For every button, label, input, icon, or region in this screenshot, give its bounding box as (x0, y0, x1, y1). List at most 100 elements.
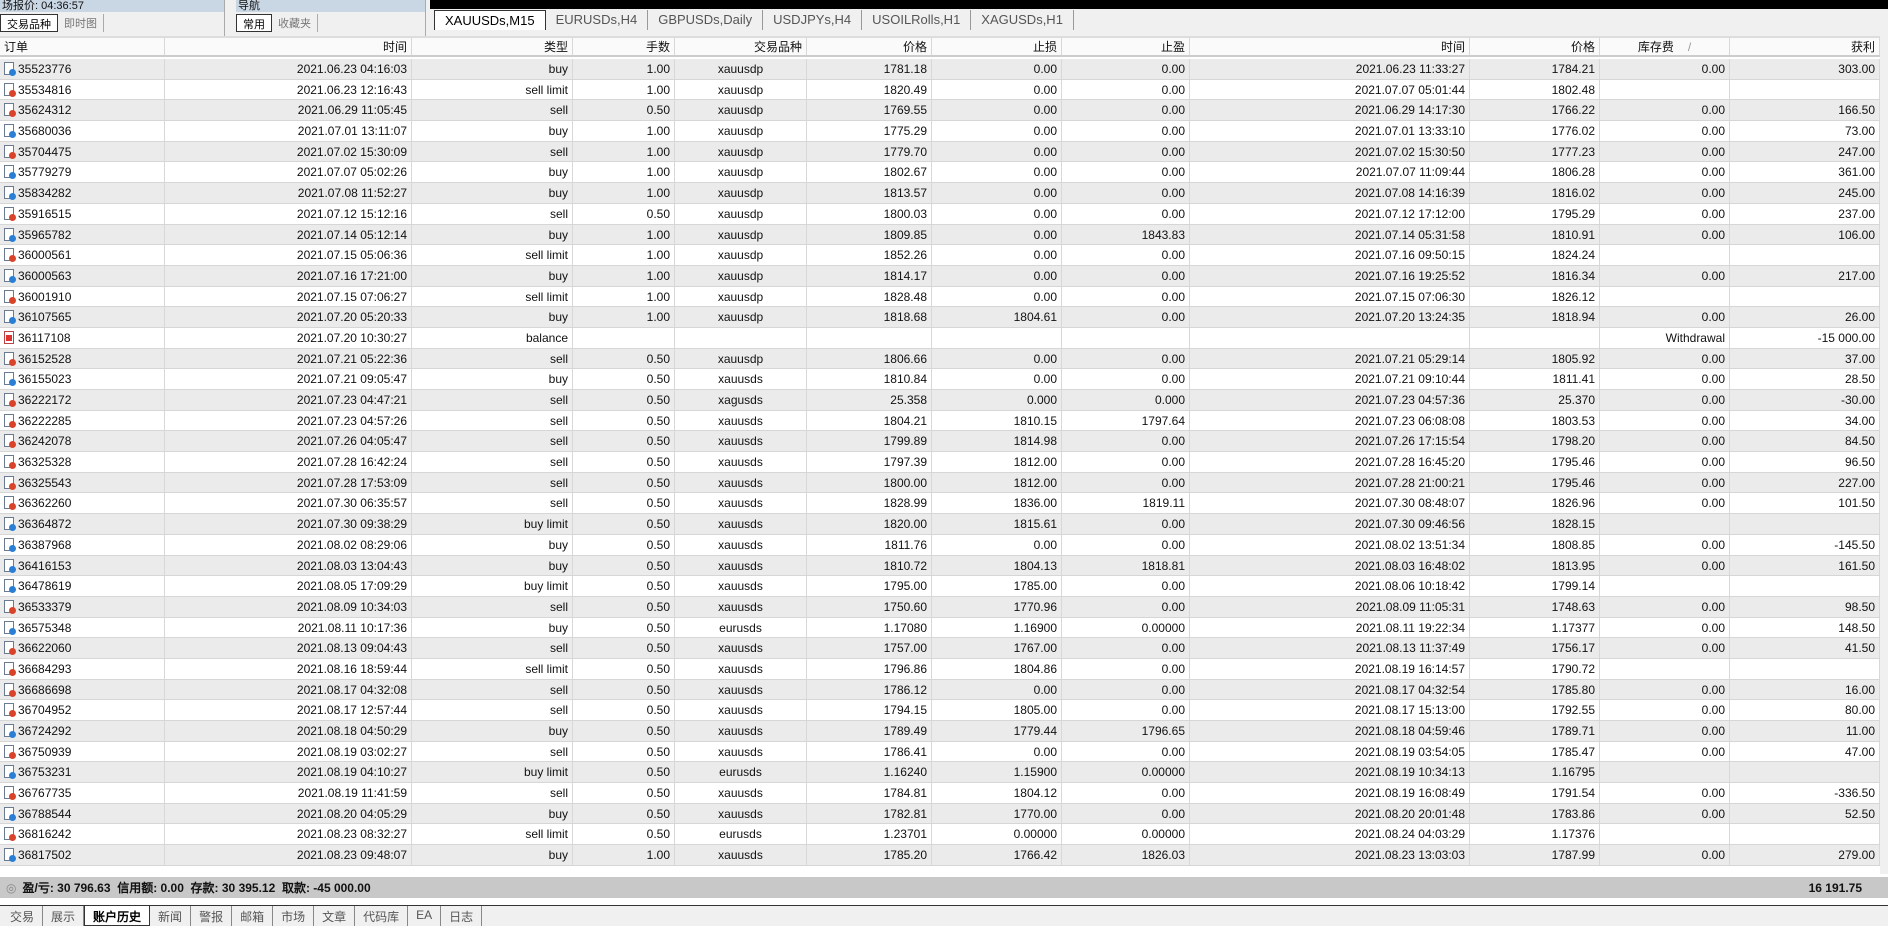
cell-swap: 0.00 (1600, 224, 1730, 245)
table-row[interactable]: 36117108 2021.07.20 10:30:27 balance Withdr… (0, 327, 1880, 349)
table-row[interactable]: 36242078 2021.07.26 04:05:47 sell 0.50 xauus… (0, 431, 1880, 453)
column-header-profit[interactable]: 获利 (1730, 38, 1880, 55)
tab-symbols[interactable]: 交易品种 (0, 14, 58, 32)
table-row[interactable]: 36000563 2021.07.16 17:21:00 buy 1.00 xauusd… (0, 265, 1880, 287)
table-row[interactable]: 36753231 2021.08.19 04:10:27 buy limit 0.50… (0, 762, 1880, 784)
terminal-tab[interactable]: 文章 (314, 906, 356, 926)
cell-symbol: eurusds (675, 617, 807, 638)
table-row[interactable]: 36001910 2021.07.15 07:06:27 sell limit 1.0… (0, 286, 1880, 308)
table-row[interactable]: 35704475 2021.07.02 15:30:09 sell 1.00 xauus… (0, 141, 1880, 163)
table-row[interactable]: 36817502 2021.08.23 09:48:07 buy 1.00 xauusd… (0, 845, 1880, 866)
table-row[interactable]: 35779279 2021.07.07 05:02:26 buy 1.00 xauusd… (0, 162, 1880, 184)
table-row[interactable]: 35965782 2021.07.14 05:12:14 buy 1.00 xauusd… (0, 224, 1880, 246)
table-row[interactable]: 35523776 2021.06.23 04:16:03 buy 1.00 xauusd… (0, 59, 1880, 80)
cell-open-price: 1811.76 (807, 534, 932, 555)
terminal-tab[interactable]: 警报 (191, 906, 233, 926)
table-row[interactable]: 36155023 2021.07.21 09:05:47 buy 0.50 xauusd… (0, 369, 1880, 390)
chart-tab[interactable]: XAGUSDs,H1 (971, 10, 1074, 30)
terminal-tab[interactable]: 账户历史 (84, 906, 151, 926)
cell-order: 36362260 (0, 493, 165, 514)
cell-take-profit: 0.00 (1062, 514, 1190, 534)
tab-common[interactable]: 常用 (236, 14, 272, 32)
column-header-close-price[interactable]: 价格 (1470, 38, 1600, 55)
cell-lots: 0.50 (573, 514, 675, 534)
table-row[interactable]: 36362260 2021.07.30 06:35:57 sell 0.50 xauus… (0, 493, 1880, 515)
terminal-tab[interactable]: 日志 (441, 906, 483, 926)
table-row[interactable]: 36724292 2021.08.18 04:50:29 buy 0.50 xauusd… (0, 721, 1880, 742)
table-row[interactable]: 36478619 2021.08.05 17:09:29 buy limit 0.50… (0, 576, 1880, 597)
terminal-tab[interactable]: 交易 (2, 906, 44, 926)
table-row[interactable]: 36416153 2021.08.03 13:04:43 buy 0.50 xauusd… (0, 555, 1880, 577)
table-row[interactable]: 35534816 2021.06.23 12:16:43 sell limit 1.0… (0, 79, 1880, 101)
chart-tab[interactable]: XAUUSDs,M15 (434, 10, 546, 30)
table-row[interactable]: 35916515 2021.07.12 15:12:16 sell 0.50 xauus… (0, 203, 1880, 225)
chart-tab[interactable]: EURUSDs,H4 (546, 10, 649, 30)
table-row[interactable]: 36575348 2021.08.11 10:17:36 buy 0.50 eurusd… (0, 617, 1880, 639)
column-header-close-time[interactable]: 时间 (1190, 38, 1470, 55)
table-row[interactable]: 35834282 2021.07.08 11:52:27 buy 1.00 xauusd… (0, 183, 1880, 204)
cell-order: 36325543 (0, 472, 165, 493)
table-row[interactable]: 36325328 2021.07.28 16:42:24 sell 0.50 xauus… (0, 452, 1880, 473)
vertical-scrollbar[interactable] (1880, 36, 1888, 874)
table-row[interactable]: 36000561 2021.07.15 05:06:36 sell limit 1.0… (0, 245, 1880, 266)
cell-type: sell (412, 348, 573, 369)
terminal-tab[interactable]: 邮箱 (232, 906, 274, 926)
cell-symbol: xauusds (675, 679, 807, 700)
cell-close-time: 2021.08.06 10:18:42 (1190, 576, 1470, 596)
column-header-take-profit[interactable]: 止盈 (1062, 38, 1190, 55)
cell-take-profit: 0.00 (1062, 121, 1190, 141)
table-row[interactable]: 36107565 2021.07.20 05:20:33 buy 1.00 xauusd… (0, 307, 1880, 328)
chart-tab[interactable]: USDJPYs,H4 (763, 10, 863, 30)
order-number: 36416153 (18, 558, 72, 573)
cell-stop-loss: 1785.00 (932, 576, 1062, 596)
cell-lots: 0.50 (573, 369, 675, 389)
table-row[interactable]: 36767735 2021.08.19 11:41:59 sell 0.50 xauus… (0, 783, 1880, 804)
table-row[interactable]: 36684293 2021.08.16 18:59:44 sell limit 0.5… (0, 658, 1880, 680)
cell-profit: 217.00 (1730, 265, 1880, 286)
table-row[interactable]: 36152528 2021.07.21 05:22:36 sell 0.50 xauus… (0, 348, 1880, 370)
column-header-swap[interactable]: 库存费 / (1600, 38, 1730, 55)
terminal-tab[interactable]: 新闻 (150, 906, 192, 926)
table-row[interactable]: 35680036 2021.07.01 13:11:07 buy 1.00 xauusd… (0, 121, 1880, 142)
terminal-tab[interactable]: 市场 (273, 906, 315, 926)
column-header-open-time[interactable]: 时间 (165, 38, 412, 55)
terminal-tab[interactable]: EA (408, 906, 442, 926)
column-header-lots[interactable]: 手数 (573, 38, 675, 55)
table-row[interactable]: 36686698 2021.08.17 04:32:08 sell 0.50 xauus… (0, 679, 1880, 701)
cell-profit: 227.00 (1730, 472, 1880, 493)
terminal-tab[interactable]: 代码库 (355, 906, 409, 926)
table-row[interactable]: 36788544 2021.08.20 04:05:29 buy 0.50 xauusd… (0, 803, 1880, 825)
column-header-order[interactable]: 订单 (0, 38, 165, 55)
table-row[interactable]: 36364872 2021.07.30 09:38:29 buy limit 0.50… (0, 514, 1880, 535)
table-row[interactable]: 36387968 2021.08.02 08:29:06 buy 0.50 xauusd… (0, 534, 1880, 556)
table-row[interactable]: 36622060 2021.08.13 09:04:43 sell 0.50 xauus… (0, 638, 1880, 659)
buy-order-icon (4, 579, 16, 594)
column-header-type[interactable]: 类型 (412, 38, 573, 55)
cell-profit: 73.00 (1730, 121, 1880, 141)
cell-close-price: 1791.54 (1470, 783, 1600, 803)
table-row[interactable]: 36750939 2021.08.19 03:02:27 sell 0.50 xauus… (0, 741, 1880, 763)
column-header-stop-loss[interactable]: 止损 (932, 38, 1062, 55)
cell-close-price: 1805.92 (1470, 348, 1600, 369)
table-row[interactable]: 36222285 2021.07.23 04:57:26 sell 0.50 xauus… (0, 410, 1880, 432)
table-row[interactable]: 36533379 2021.08.09 10:34:03 sell 0.50 xauus… (0, 596, 1880, 618)
column-header-symbol[interactable]: 交易品种 (675, 38, 807, 55)
cell-swap (1600, 79, 1730, 100)
table-row[interactable]: 36816242 2021.08.23 08:32:27 sell limit 0.5… (0, 824, 1880, 846)
chart-canvas[interactable] (430, 0, 1888, 9)
cell-open-time: 2021.07.21 05:22:36 (165, 348, 412, 369)
cell-swap: 0.00 (1600, 183, 1730, 203)
market-watch-title: 场报价: 04:36:57x (0, 0, 242, 12)
column-header-open-price[interactable]: 价格 (807, 38, 932, 55)
table-row[interactable]: 36704952 2021.08.17 12:57:44 sell 0.50 xauus… (0, 700, 1880, 721)
tab-tick-chart[interactable]: 即时图 (58, 14, 104, 32)
tab-favorites[interactable]: 收藏夹 (272, 14, 318, 32)
cell-lots: 0.50 (573, 203, 675, 224)
table-row[interactable]: 35624312 2021.06.29 11:05:45 sell 0.50 xauus… (0, 100, 1880, 122)
terminal-tab[interactable]: 展示 (43, 906, 85, 926)
chart-tab[interactable]: GBPUSDs,Daily (648, 10, 764, 30)
table-row[interactable]: 36325543 2021.07.28 17:53:09 sell 0.50 xauus… (0, 472, 1880, 494)
table-row[interactable]: 36222172 2021.07.23 04:47:21 sell 0.50 xagus… (0, 390, 1880, 411)
chart-tab[interactable]: USOILRolls,H1 (862, 10, 972, 30)
cell-open-time: 2021.07.21 09:05:47 (165, 369, 412, 389)
